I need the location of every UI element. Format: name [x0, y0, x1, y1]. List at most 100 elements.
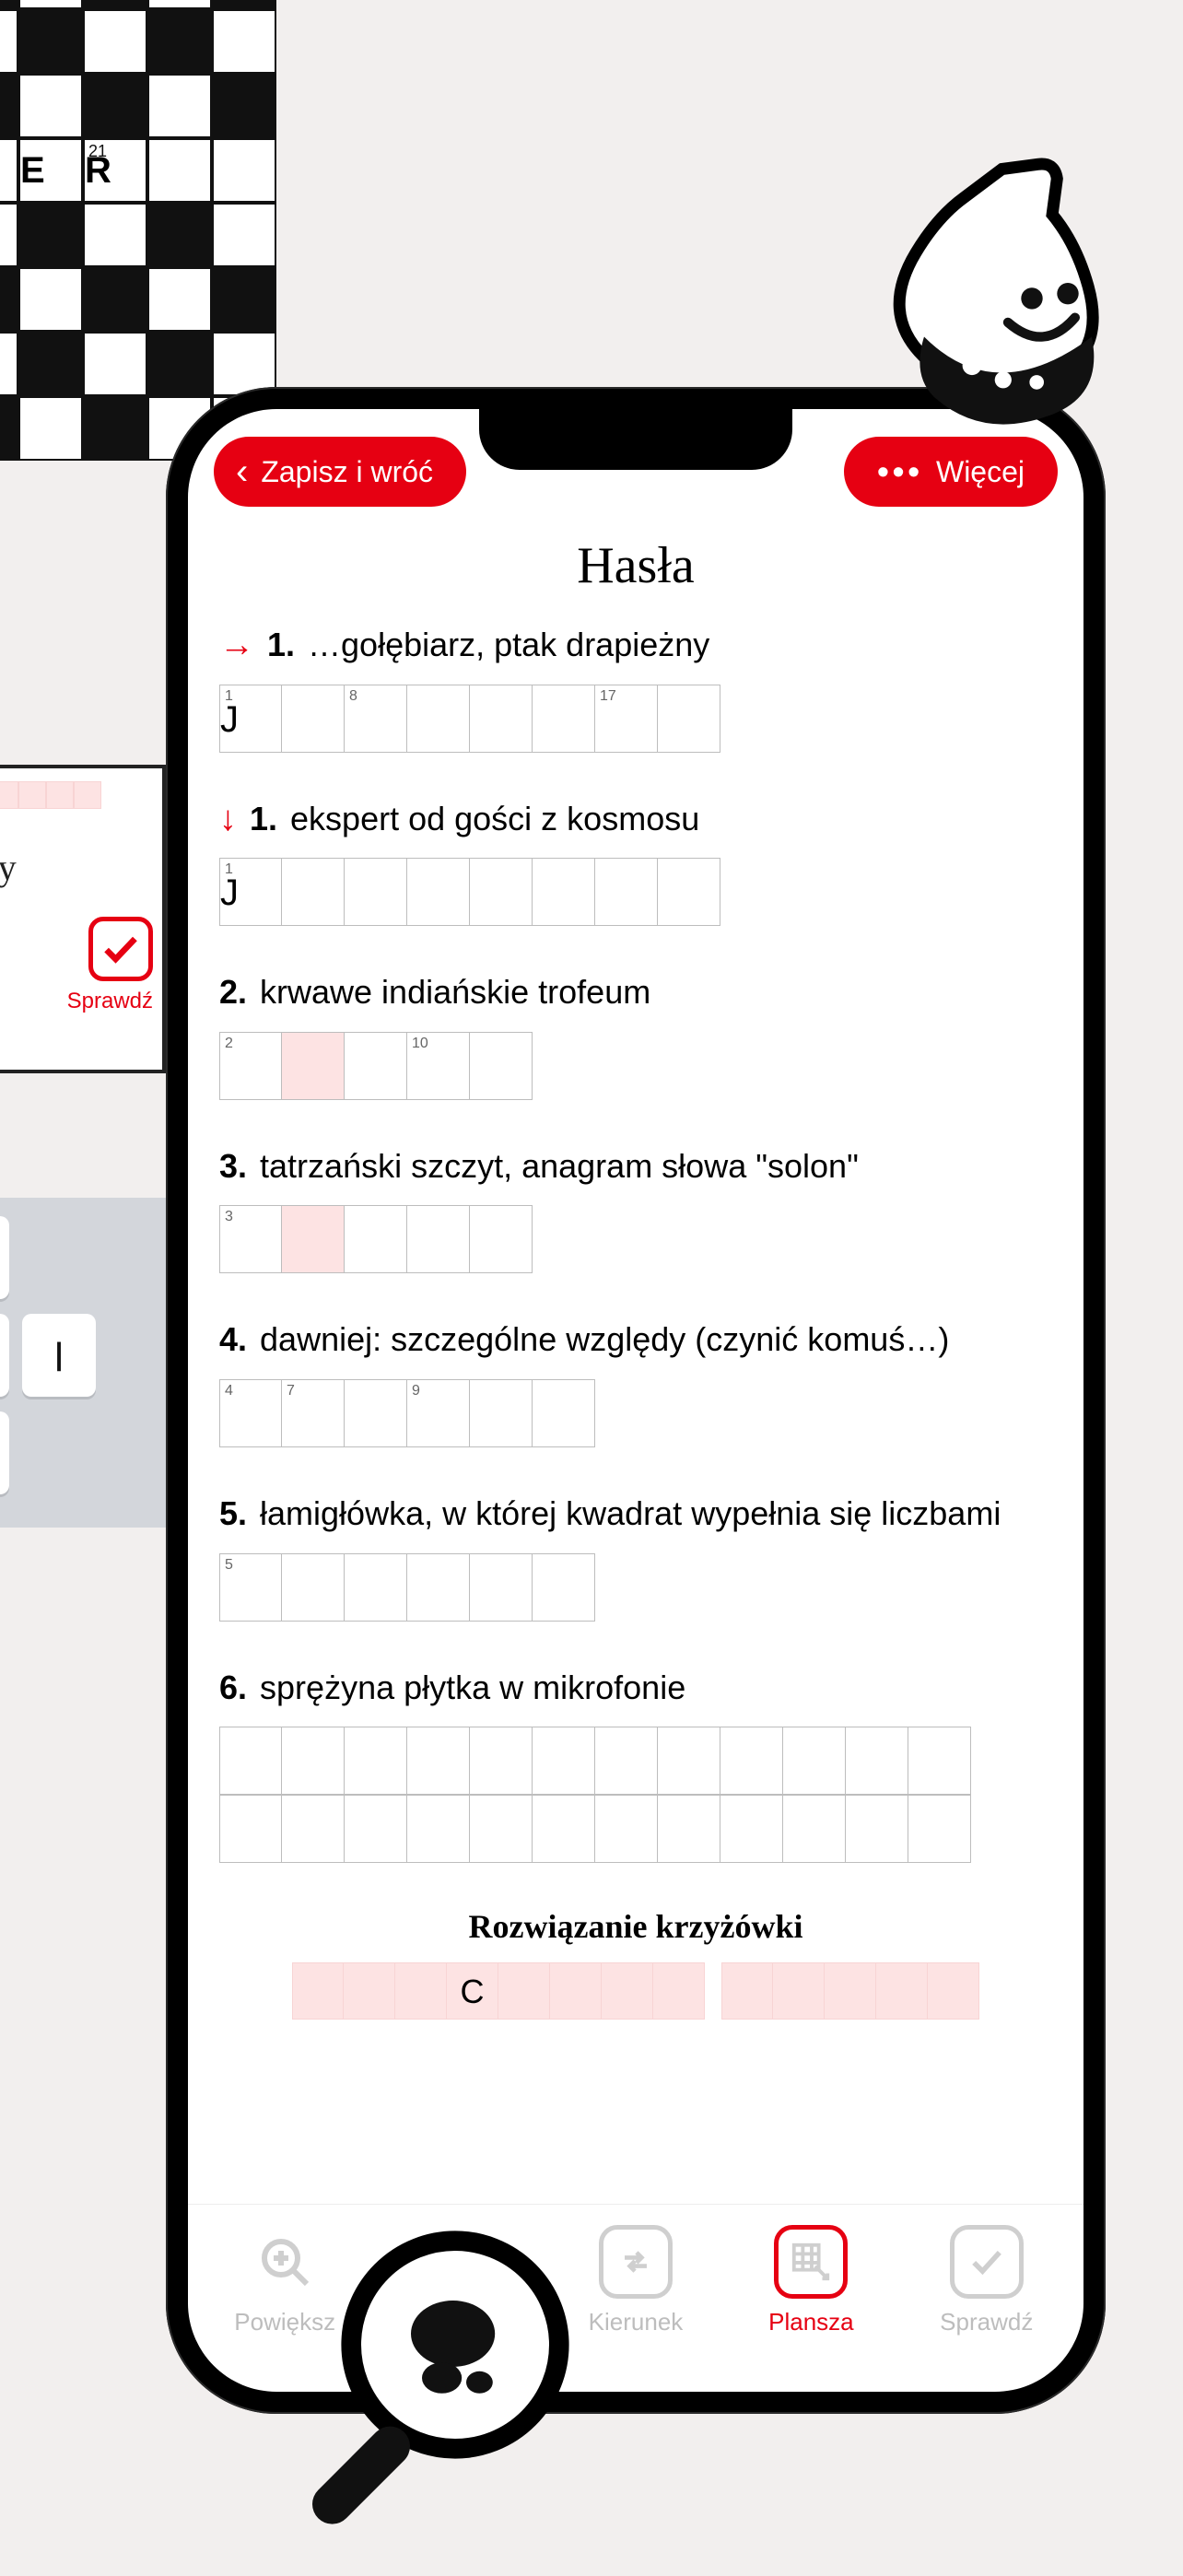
answer-cell[interactable] — [282, 1205, 345, 1273]
answer-cell[interactable] — [658, 1727, 720, 1795]
nav-label: Sprawdź — [940, 2308, 1033, 2336]
answer-cell[interactable] — [470, 1032, 533, 1100]
clue-header: ↓1.ekspert od gości z kosmosu — [219, 797, 1052, 842]
answer-cell[interactable] — [533, 1553, 595, 1622]
nav-board[interactable]: Plansza — [732, 2225, 889, 2336]
answer-cell[interactable]: 7 — [282, 1379, 345, 1447]
answer-cell[interactable] — [470, 1553, 533, 1622]
answer-cell[interactable] — [595, 1727, 658, 1795]
answer-cell[interactable] — [345, 1727, 407, 1795]
answer-cell[interactable] — [470, 1205, 533, 1273]
answer-cell[interactable] — [219, 1795, 282, 1863]
answer-cell[interactable] — [783, 1795, 846, 1863]
answer-cell[interactable] — [658, 1795, 720, 1863]
solution-cell[interactable] — [721, 1962, 773, 2020]
cell-value: J — [220, 872, 239, 913]
solution-cell[interactable] — [292, 1962, 344, 2020]
answer-cell[interactable]: 9 — [407, 1379, 470, 1447]
answer-cell[interactable] — [345, 1205, 407, 1273]
solution-cell[interactable] — [773, 1962, 825, 2020]
answer-cell[interactable] — [345, 1795, 407, 1863]
answer-cell[interactable] — [407, 685, 470, 753]
answer-cell[interactable]: 8 — [345, 685, 407, 753]
answer-cell[interactable] — [846, 1727, 908, 1795]
answer-cell[interactable] — [407, 1205, 470, 1273]
solution-cell[interactable] — [602, 1962, 653, 2020]
bg-check-label: Sprawdź — [0, 989, 153, 1014]
answer-cell[interactable] — [908, 1795, 971, 1863]
answer-cell[interactable]: 10 — [407, 1032, 470, 1100]
cell-number: 7 — [287, 1383, 295, 1399]
answer-cell[interactable] — [595, 1795, 658, 1863]
answer-cell[interactable] — [219, 1727, 282, 1795]
clue-number: 5. — [219, 1494, 247, 1533]
bg-check-icon — [88, 917, 153, 981]
answer-cell[interactable] — [345, 1553, 407, 1622]
clue-text: krwawe indiańskie trofeum — [260, 970, 650, 1015]
answer-cell[interactable] — [407, 858, 470, 926]
phone-notch — [479, 409, 792, 470]
solution-cell[interactable] — [498, 1962, 550, 2020]
answer-cell[interactable] — [470, 685, 533, 753]
answer-cell[interactable] — [783, 1727, 846, 1795]
answer-cell[interactable] — [470, 1379, 533, 1447]
answer-cell[interactable] — [407, 1553, 470, 1622]
answer-cell[interactable] — [908, 1727, 971, 1795]
answer-cell[interactable] — [282, 1727, 345, 1795]
clue-text: łamigłówka, w której kwadrat wypełnia si… — [260, 1492, 1001, 1537]
answer-cell[interactable] — [407, 1727, 470, 1795]
solution-cell[interactable] — [653, 1962, 705, 2020]
clue-text: …gołębiarz, ptak drapieżny — [308, 623, 709, 668]
answer-cell[interactable] — [345, 1379, 407, 1447]
answer-cell[interactable] — [282, 1795, 345, 1863]
answer-cell[interactable] — [470, 1795, 533, 1863]
answer-cell[interactable] — [846, 1795, 908, 1863]
answer-cell[interactable] — [595, 858, 658, 926]
answer-cell[interactable] — [720, 1727, 783, 1795]
answer-cell[interactable] — [533, 1379, 595, 1447]
solution-cell[interactable]: C — [447, 1962, 498, 2020]
back-button[interactable]: ‹ Zapisz i wróć — [214, 437, 466, 507]
answer-cell[interactable] — [658, 858, 720, 926]
cell-row: 3 — [219, 1205, 1052, 1273]
answer-cell[interactable] — [533, 858, 595, 926]
answer-cell[interactable]: 2 — [219, 1032, 282, 1100]
answer-cell[interactable] — [470, 1727, 533, 1795]
nav-label: Kierunek — [589, 2308, 684, 2336]
answer-cell[interactable] — [658, 685, 720, 753]
answer-cell[interactable] — [282, 1553, 345, 1622]
solution-cell[interactable] — [825, 1962, 876, 2020]
answer-cell[interactable] — [282, 1032, 345, 1100]
answer-cell[interactable]: 17 — [595, 685, 658, 753]
answer-cell[interactable]: 3 — [219, 1205, 282, 1273]
more-button[interactable]: ••• Więcej — [844, 437, 1058, 507]
solution-cell[interactable] — [876, 1962, 928, 2020]
clue-number: 2. — [219, 973, 247, 1012]
flask-decoration — [888, 157, 1128, 438]
more-dots-icon: ••• — [877, 452, 923, 491]
answer-cell[interactable] — [345, 1032, 407, 1100]
answer-cell[interactable] — [282, 858, 345, 926]
answer-cell[interactable] — [345, 858, 407, 926]
clue-text: tatrzański szczyt, anagram słowa "solon" — [260, 1144, 859, 1189]
answer-cell[interactable] — [470, 858, 533, 926]
answer-cell[interactable] — [407, 1795, 470, 1863]
cell-row: 1J — [219, 858, 1052, 926]
answer-cell[interactable] — [282, 685, 345, 753]
clue-header: 6.sprężyna płytka w mikrofonie — [219, 1666, 1052, 1711]
cell-row: 5 — [219, 1553, 1052, 1622]
answer-cell[interactable]: 5 — [219, 1553, 282, 1622]
answer-cell[interactable]: 1J — [219, 858, 282, 926]
cell-number: 5 — [225, 1557, 233, 1574]
nav-check[interactable]: Sprawdź — [908, 2225, 1065, 2336]
answer-cell[interactable] — [533, 1727, 595, 1795]
answer-cell[interactable] — [720, 1795, 783, 1863]
answer-cell[interactable] — [533, 685, 595, 753]
answer-cell[interactable] — [533, 1795, 595, 1863]
solution-cell[interactable] — [550, 1962, 602, 2020]
solution-cell[interactable] — [395, 1962, 447, 2020]
answer-cell[interactable]: 4 — [219, 1379, 282, 1447]
answer-cell[interactable]: 1J — [219, 685, 282, 753]
solution-cell[interactable] — [344, 1962, 395, 2020]
solution-cell[interactable] — [928, 1962, 979, 2020]
